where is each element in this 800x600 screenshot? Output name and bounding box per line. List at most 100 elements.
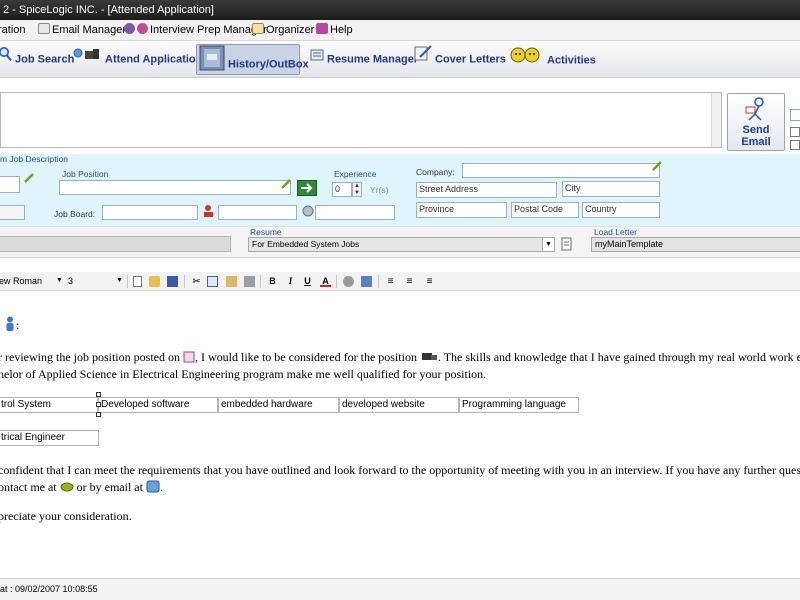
print-icon[interactable]	[244, 276, 255, 287]
option-checkbox[interactable]	[790, 140, 800, 150]
document-icon[interactable]	[561, 237, 573, 254]
paragraph-2-line-2: ontact me at or by email at .	[0, 480, 163, 497]
resume-label: Resume	[250, 227, 282, 237]
province-input[interactable]: Province	[416, 202, 507, 218]
contact-input[interactable]	[218, 205, 297, 220]
skill-cell[interactable]: Programming language	[459, 397, 579, 413]
align-left-icon[interactable]: ≡	[385, 276, 396, 287]
salutation-line: . :	[0, 316, 19, 335]
align-center-icon[interactable]: ≡	[404, 276, 415, 287]
experience-spinner[interactable]: ▲ ▼	[352, 182, 362, 197]
resume-icon	[310, 44, 324, 75]
nav-label: History/OutBox	[228, 58, 309, 71]
paragraph-2-line-1: confident that I can meet the requiremen…	[0, 463, 800, 477]
nav-label: Attend Application	[105, 53, 203, 66]
menu-item-configuration[interactable]: ration	[0, 23, 26, 38]
nav-resume-manager[interactable]: Resume Manager	[310, 44, 418, 75]
nav-label: Job Search	[15, 53, 75, 66]
ellipsis-text: .	[0, 318, 1, 332]
menu-bar: ration Email Manager Interview Prep Mana…	[0, 20, 800, 41]
nav-job-search[interactable]: Job Search	[0, 44, 74, 75]
browse-button[interactable]	[0, 205, 25, 220]
recipients-scrollbar[interactable]	[711, 93, 721, 147]
country-input[interactable]: Country	[582, 202, 660, 218]
copy-icon[interactable]	[207, 276, 218, 287]
recipients-area[interactable]	[0, 92, 722, 148]
send-email-button[interactable]: Send Email	[727, 93, 785, 151]
nav-cover-letters[interactable]: Cover Letters	[414, 44, 506, 75]
pencil-icon[interactable]	[24, 173, 34, 186]
experience-label: Experience	[334, 169, 377, 179]
option-checkbox[interactable]	[790, 127, 800, 137]
nav-activities[interactable]: Activities	[508, 44, 596, 75]
menu-item-interview-prep-manager[interactable]: Interview Prep Manager	[124, 23, 267, 38]
open-folder-icon[interactable]	[149, 276, 160, 287]
toolbar-separator	[184, 275, 185, 288]
menu-item-label: Email Manager	[52, 24, 126, 36]
degree-cell[interactable]: trical Engineer	[0, 430, 99, 446]
font-name-select[interactable]: ew Roman	[0, 275, 42, 287]
format-toolbar: ew Roman ▼ 3 ▼ ✂ B I U A ≡ ≡ ≡	[0, 272, 800, 291]
skill-cell[interactable]: embedded hardware	[218, 397, 339, 413]
menu-item-label: Organizer	[266, 24, 315, 36]
app-window: 2 - SpiceLogic INC. - [Attended Applicat…	[0, 0, 800, 600]
send-mail-icon	[745, 96, 769, 125]
job-board-label: Job Board:	[54, 209, 96, 219]
cover-letter-editor[interactable]: . : r reviewing the job position posted …	[0, 292, 800, 576]
nav-attend-application[interactable]: Attend Application	[72, 44, 202, 75]
title-bar: 2 - SpiceLogic INC. - [Attended Applicat…	[0, 0, 800, 20]
job-board-book-icon	[183, 351, 195, 367]
bold-icon[interactable]: B	[267, 276, 278, 287]
paragraph-1-line-1: r reviewing the job position posted on ,…	[0, 350, 800, 367]
menu-item-help[interactable]: Help	[316, 23, 353, 38]
user-phone-icon	[202, 204, 216, 221]
italic-icon[interactable]: I	[285, 276, 296, 287]
job-position-input[interactable]	[59, 180, 291, 195]
font-size-select[interactable]: 3	[68, 275, 73, 287]
save-icon[interactable]	[167, 276, 178, 287]
pencil-icon[interactable]	[652, 161, 662, 174]
company-input[interactable]	[462, 163, 660, 178]
resize-handle[interactable]	[96, 412, 101, 417]
city-input[interactable]: City	[562, 181, 660, 197]
go-button[interactable]	[297, 180, 317, 196]
align-right-icon[interactable]: ≡	[424, 276, 435, 287]
underline-icon[interactable]: U	[302, 276, 313, 287]
chevron-down-icon[interactable]: ▼	[56, 275, 63, 287]
position-briefcase-icon	[420, 351, 438, 367]
resize-handle[interactable]	[96, 402, 101, 407]
cut-icon[interactable]: ✂	[191, 276, 202, 287]
resize-handle[interactable]	[96, 392, 101, 397]
job-description-title: m Job Description	[0, 154, 69, 164]
menu-item-label: Interview Prep Manager	[150, 24, 267, 36]
date-field[interactable]	[0, 176, 20, 193]
insert-object-icon[interactable]	[343, 276, 354, 287]
nav-label: Cover Letters	[435, 53, 506, 66]
menu-item-email-manager[interactable]: Email Manager	[38, 23, 126, 38]
job-board-input[interactable]	[102, 205, 198, 220]
new-document-icon[interactable]	[133, 276, 142, 287]
resume-select[interactable]: For Embedded System Jobs ▼	[248, 237, 555, 252]
globe-icon	[301, 204, 315, 221]
notes-field[interactable]	[0, 236, 231, 252]
chevron-down-icon[interactable]: ▼	[116, 275, 123, 287]
website-input[interactable]	[315, 205, 395, 220]
street-address-input[interactable]: Street Address	[416, 182, 557, 198]
postal-code-input[interactable]: Postal Code	[511, 202, 579, 218]
option-button[interactable]	[790, 109, 800, 121]
insert-image-icon[interactable]	[361, 276, 372, 287]
skill-cell[interactable]: Developed software	[98, 397, 218, 413]
skill-cell[interactable]: developed website	[339, 397, 459, 413]
skill-cell[interactable]: trol System	[0, 397, 98, 413]
menu-item-organizer[interactable]: Organizer	[252, 23, 314, 38]
closing-line: preciate your consideration.	[0, 509, 132, 523]
experience-input[interactable]: 0	[332, 182, 352, 197]
font-color-icon[interactable]: A	[320, 276, 331, 287]
paste-icon[interactable]	[226, 276, 237, 287]
job-description-panel: m Job Description Job Position Experienc…	[0, 154, 800, 226]
years-label: Yr(s)	[370, 185, 389, 195]
load-letter-select[interactable]: myMainTemplate	[591, 237, 800, 252]
pencil-icon[interactable]	[281, 179, 291, 192]
arrow-right-icon	[301, 183, 313, 193]
nav-history-outbox[interactable]: History/OutBox	[196, 44, 309, 75]
